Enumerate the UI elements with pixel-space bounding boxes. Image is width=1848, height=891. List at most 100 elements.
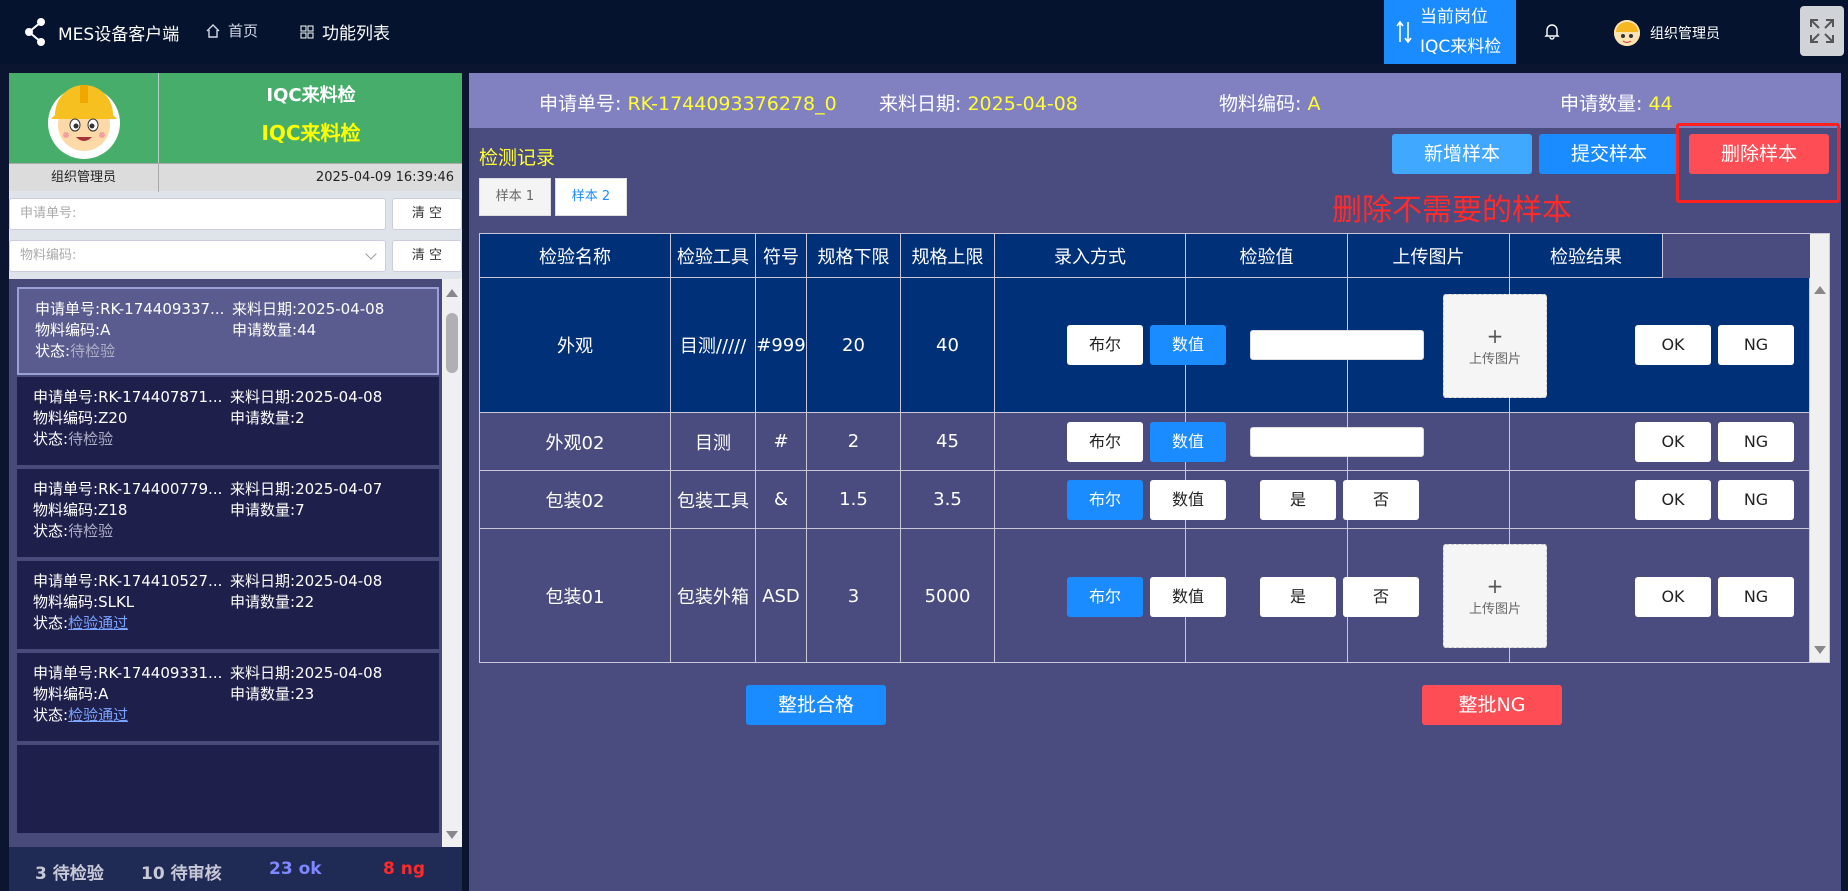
- station-title: IQC来料检: [266, 85, 356, 106]
- bool-mode-button[interactable]: 布尔: [1067, 480, 1143, 520]
- expand-icon: [1810, 19, 1834, 43]
- table-scrollbar[interactable]: [1810, 234, 1829, 662]
- list-item[interactable]: 申请单号:RK-174407871... 来料日期:2025-04-08 物料编…: [17, 377, 439, 465]
- column-header: 录入方式: [995, 234, 1186, 278]
- current-post-button[interactable]: 当前岗位 IQC来料检: [1384, 0, 1516, 64]
- bool-mode-button[interactable]: 布尔: [1067, 577, 1143, 617]
- scroll-down-icon[interactable]: [1814, 646, 1826, 654]
- table-row-name: 包装02: [480, 471, 671, 529]
- station-subtitle: IQC来料检: [261, 121, 361, 145]
- material-select-placeholder: 物料编码:: [20, 248, 77, 263]
- tab-sample-2[interactable]: 样本 2: [555, 178, 627, 216]
- number-mode-button[interactable]: 数值: [1150, 480, 1226, 520]
- ok-count[interactable]: 23 ok: [269, 859, 322, 879]
- ok-button[interactable]: OK: [1635, 480, 1711, 520]
- no-button[interactable]: 否: [1343, 577, 1419, 617]
- profile-datetime: 2025-04-09 16:39:46: [315, 170, 454, 185]
- apply-no-value: RK-1744093376278_0: [627, 93, 837, 115]
- column-header: 检验结果: [1510, 234, 1663, 278]
- table-row-name: 外观: [480, 278, 671, 413]
- value-input[interactable]: [1250, 427, 1424, 457]
- ng-button[interactable]: NG: [1718, 325, 1794, 365]
- list-item[interactable]: 申请单号:RK-174409331... 来料日期:2025-04-08 物料编…: [17, 653, 439, 741]
- upload-image-box[interactable]: + 上传图片: [1443, 294, 1547, 398]
- nav-function-label: 功能列表: [322, 24, 390, 44]
- bool-mode-button[interactable]: 布尔: [1067, 422, 1143, 462]
- highlight-frame: [1676, 123, 1840, 203]
- scroll-down-icon[interactable]: [446, 831, 458, 839]
- column-header: 上传图片: [1348, 234, 1510, 278]
- yes-button[interactable]: 是: [1260, 480, 1336, 520]
- left-panel: IQC来料检 IQC来料检 组织管理员 2025-04-09 16:39:46 …: [9, 73, 462, 891]
- post-value: IQC来料检: [1420, 37, 1502, 57]
- status-link: 检验通过: [68, 706, 129, 724]
- profile-avatar: [9, 73, 159, 163]
- review-count[interactable]: 10 待审核: [141, 859, 222, 884]
- clear-apply-no-button[interactable]: 清 空: [392, 198, 462, 230]
- user-name: 组织管理员: [1650, 26, 1720, 42]
- inspection-table: 检验名称 检验工具 符号 规格下限 规格上限 录入方式 检验值 上传图片 检验结…: [479, 233, 1830, 663]
- ok-button[interactable]: OK: [1635, 325, 1711, 365]
- material-search-row: 物料编码: 清 空: [9, 240, 462, 274]
- upload-image-box[interactable]: + 上传图片: [1443, 544, 1547, 648]
- ng-count[interactable]: 8 ng: [383, 859, 425, 879]
- list-item[interactable]: 申请单号:RK-174410527... 来料日期:2025-04-08 物料编…: [17, 561, 439, 649]
- bell-icon[interactable]: [1544, 22, 1560, 40]
- add-sample-button[interactable]: 新增样本: [1392, 134, 1532, 174]
- scroll-up-icon[interactable]: [1814, 286, 1826, 294]
- bool-mode-button[interactable]: 布尔: [1067, 325, 1143, 365]
- ok-button[interactable]: OK: [1635, 577, 1711, 617]
- ng-button[interactable]: NG: [1718, 577, 1794, 617]
- apply-no-input[interactable]: 申请单号:: [9, 198, 386, 230]
- pending-count[interactable]: 3 待检验: [35, 859, 104, 884]
- apply-info-bar: 申请单号: RK-1744093376278_0 来料日期: 2025-04-0…: [469, 73, 1841, 128]
- avatar: [1614, 20, 1640, 46]
- brand: MES设备客户端: [24, 14, 179, 50]
- batch-pass-button[interactable]: 整批合格: [746, 685, 886, 725]
- list-item[interactable]: 申请单号:RK-174400779... 来料日期:2025-04-07 物料编…: [17, 469, 439, 557]
- number-mode-button[interactable]: 数值: [1150, 577, 1226, 617]
- profile-user-name: 组织管理员: [9, 164, 159, 192]
- number-mode-button[interactable]: 数值: [1150, 325, 1226, 365]
- list-scrollbar[interactable]: [442, 279, 462, 847]
- material-select[interactable]: 物料编码:: [9, 240, 386, 272]
- batch-ng-button[interactable]: 整批NG: [1422, 685, 1562, 725]
- status-text: 待检验: [68, 430, 114, 448]
- fullscreen-button[interactable]: [1800, 6, 1844, 56]
- ng-button[interactable]: NG: [1718, 480, 1794, 520]
- submit-sample-button[interactable]: 提交样本: [1539, 134, 1679, 174]
- qty-value: 44: [1648, 93, 1673, 115]
- post-label: 当前岗位: [1420, 7, 1488, 27]
- home-icon: [206, 23, 220, 38]
- ng-button[interactable]: NG: [1718, 422, 1794, 462]
- status-text: 待检验: [68, 522, 114, 540]
- nav-function-list[interactable]: 功能列表: [300, 19, 390, 44]
- profile-footer: 组织管理员 2025-04-09 16:39:46: [9, 163, 462, 192]
- records-title: 检测记录: [479, 147, 556, 169]
- plus-icon: +: [1486, 573, 1504, 598]
- scroll-thumb[interactable]: [446, 313, 458, 373]
- worker-avatar-icon: [1614, 20, 1640, 46]
- worker-mascot-icon: [48, 85, 120, 159]
- number-mode-button[interactable]: 数值: [1150, 422, 1226, 462]
- column-header: 规格上限: [901, 234, 995, 278]
- chevron-down-icon: [365, 248, 377, 260]
- yes-button[interactable]: 是: [1260, 577, 1336, 617]
- nav-home-label: 首页: [228, 22, 259, 40]
- code-value: A: [1307, 93, 1321, 115]
- clear-material-button[interactable]: 清 空: [392, 240, 462, 272]
- list-item[interactable]: 申请单号:RK-174409337... 来料日期:2025-04-08 物料编…: [17, 287, 439, 375]
- scroll-up-icon[interactable]: [446, 289, 458, 297]
- column-header: 规格下限: [807, 234, 901, 278]
- no-button[interactable]: 否: [1343, 480, 1419, 520]
- list-item-partial[interactable]: [17, 745, 439, 833]
- application-list: 申请单号:RK-174409337... 来料日期:2025-04-08 物料编…: [9, 279, 462, 847]
- swap-icon: [1396, 20, 1412, 44]
- tab-sample-1[interactable]: 样本 1: [479, 178, 551, 216]
- user-menu[interactable]: 组织管理员: [1614, 20, 1720, 46]
- ok-button[interactable]: OK: [1635, 422, 1711, 462]
- nav-home[interactable]: 首页: [206, 20, 258, 41]
- status-link: 检验通过: [68, 614, 129, 632]
- inspection-panel: 申请单号: RK-1744093376278_0 来料日期: 2025-04-0…: [469, 73, 1841, 891]
- value-input[interactable]: [1250, 330, 1424, 360]
